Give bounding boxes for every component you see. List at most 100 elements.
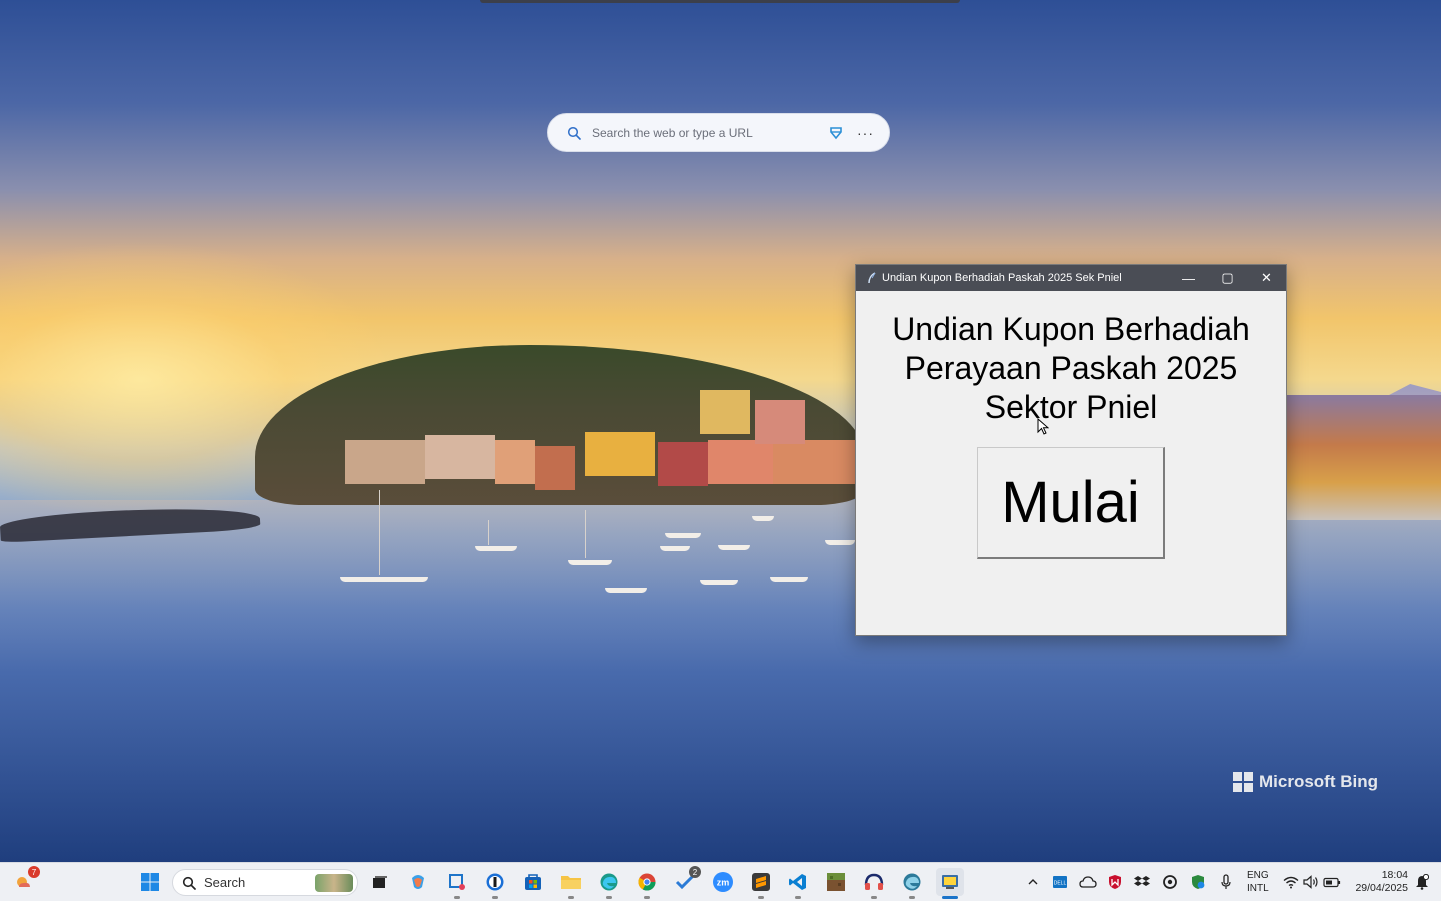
app-heading: Undian Kupon Berhadiah Perayaan Paskah 2…	[856, 310, 1286, 427]
wallpaper-boat	[660, 546, 690, 551]
taskbar-app-chrome[interactable]	[633, 868, 661, 899]
wallpaper-boat	[605, 588, 647, 593]
python-app-icon	[942, 875, 958, 889]
app-window[interactable]: Undian Kupon Berhadiah Paskah 2025 Sek P…	[855, 264, 1287, 636]
keyboard-layout: INTL	[1247, 883, 1269, 894]
wallpaper-boat	[770, 577, 808, 582]
input-language-indicator[interactable]: ENG INTL	[1247, 869, 1269, 895]
heading-line: Perayaan Paskah 2025	[904, 350, 1238, 386]
wallpaper-house	[345, 440, 425, 484]
minimize-button[interactable]: —	[1169, 265, 1208, 291]
widgets-button[interactable]: 7	[10, 866, 40, 896]
language-code: ENG	[1247, 870, 1269, 881]
running-indicator	[606, 896, 612, 899]
copilot-icon[interactable]	[827, 124, 845, 142]
taskbar: 7 Search 2 zm DELL ENG INTL 18:04 29/04/…	[0, 862, 1441, 901]
wallpaper-house	[495, 440, 535, 484]
taskbar-search-label: Search	[204, 875, 246, 890]
sync-app-icon[interactable]	[1161, 873, 1179, 891]
wallpaper-mast	[488, 520, 489, 545]
wallpaper-boat	[568, 560, 612, 565]
svg-text:DELL: DELL	[1054, 881, 1067, 887]
wallpaper-mast	[379, 490, 380, 575]
windows-security-icon[interactable]	[1189, 873, 1207, 891]
close-button[interactable]: ✕	[1247, 265, 1286, 291]
taskbar-app-file-explorer[interactable]	[557, 868, 585, 899]
taskbar-app-audio[interactable]	[860, 868, 888, 899]
running-indicator	[454, 896, 460, 899]
wifi-icon[interactable]	[1282, 873, 1300, 891]
wallpaper-house	[535, 446, 575, 490]
taskbar-app-zoom[interactable]: zm	[709, 868, 737, 896]
taskbar-app-microsoft-store[interactable]	[519, 868, 547, 896]
taskbar-app-snipping-tool[interactable]	[443, 868, 471, 899]
taskbar-app-sublime-text[interactable]	[747, 868, 775, 899]
vscode-icon	[789, 874, 806, 890]
wallpaper-boat	[718, 545, 750, 550]
window-title-bar[interactable]: Undian Kupon Berhadiah Paskah 2025 Sek P…	[856, 265, 1286, 291]
running-indicator	[492, 896, 498, 899]
bing-logo: Microsoft Bing	[1233, 772, 1378, 792]
search-placeholder[interactable]: Search the web or type a URL	[592, 126, 827, 140]
wallpaper-boat	[752, 516, 774, 521]
wallpaper-house	[425, 435, 495, 479]
windows-logo-icon	[1233, 772, 1253, 792]
running-indicator	[909, 896, 915, 899]
taskbar-app-edge-dev[interactable]	[898, 868, 926, 899]
feather-icon	[864, 270, 880, 286]
wallpaper-house	[773, 440, 855, 484]
running-indicator	[568, 896, 574, 899]
web-search-box[interactable]: Search the web or type a URL ···	[547, 113, 890, 152]
more-options-icon[interactable]: ···	[857, 125, 875, 141]
todo-badge: 2	[689, 866, 701, 878]
volume-icon[interactable]	[1302, 873, 1320, 891]
wallpaper-boat	[665, 533, 701, 538]
start-button[interactable]: Mulai	[977, 447, 1165, 559]
tray-overflow-chevron-icon[interactable]	[1024, 873, 1042, 891]
wallpaper-house	[700, 390, 750, 434]
task-view-button[interactable]	[365, 868, 393, 896]
active-indicator	[942, 896, 958, 899]
heading-line: Sektor Pniel	[984, 389, 1158, 425]
system-clock[interactable]: 18:04 29/04/2025	[1352, 869, 1408, 895]
copilot-icon	[412, 875, 424, 889]
taskbar-app-copilot[interactable]	[404, 868, 432, 896]
widgets-badge: 7	[28, 866, 40, 878]
taskbar-app-python[interactable]	[936, 868, 964, 899]
wallpaper-house	[585, 432, 655, 476]
notification-bell-icon[interactable]	[1413, 873, 1431, 891]
wallpaper-house	[658, 442, 708, 486]
running-indicator	[871, 896, 877, 899]
search-icon	[182, 876, 196, 890]
wallpaper-boat	[825, 540, 855, 545]
wallpaper-town	[1287, 395, 1441, 520]
running-indicator	[758, 896, 764, 899]
chrome-icon	[638, 873, 656, 891]
minecraft-icon	[827, 873, 845, 891]
microphone-icon[interactable]	[1217, 873, 1235, 891]
window-title: Undian Kupon Berhadiah Paskah 2025 Sek P…	[882, 272, 1122, 284]
snipping-tool-icon	[449, 874, 465, 890]
windows-start-icon	[141, 873, 159, 891]
taskbar-app-minecraft[interactable]	[822, 868, 850, 896]
task-view-icon	[373, 876, 387, 888]
dropbox-icon[interactable]	[1133, 873, 1151, 891]
wallpaper-boat	[340, 577, 428, 582]
mcafee-shield-icon[interactable]	[1106, 873, 1124, 891]
wallpaper-boat	[475, 546, 517, 551]
browser-edge-strip	[480, 0, 960, 3]
folder-icon	[561, 876, 581, 889]
running-indicator	[644, 896, 650, 899]
taskbar-app-vscode[interactable]	[784, 868, 812, 899]
taskbar-app-1password[interactable]	[481, 868, 509, 899]
dell-icon[interactable]: DELL	[1051, 873, 1069, 891]
edge-icon	[600, 873, 618, 891]
taskbar-app-todo[interactable]: 2	[671, 866, 701, 896]
battery-icon[interactable]	[1323, 873, 1341, 891]
maximize-button[interactable]: ▢	[1208, 265, 1247, 291]
start-menu-button[interactable]	[136, 868, 164, 896]
1password-icon	[486, 873, 504, 891]
taskbar-app-edge[interactable]	[595, 868, 623, 899]
taskbar-search[interactable]: Search	[172, 869, 358, 896]
onedrive-cloud-icon[interactable]	[1079, 873, 1097, 891]
